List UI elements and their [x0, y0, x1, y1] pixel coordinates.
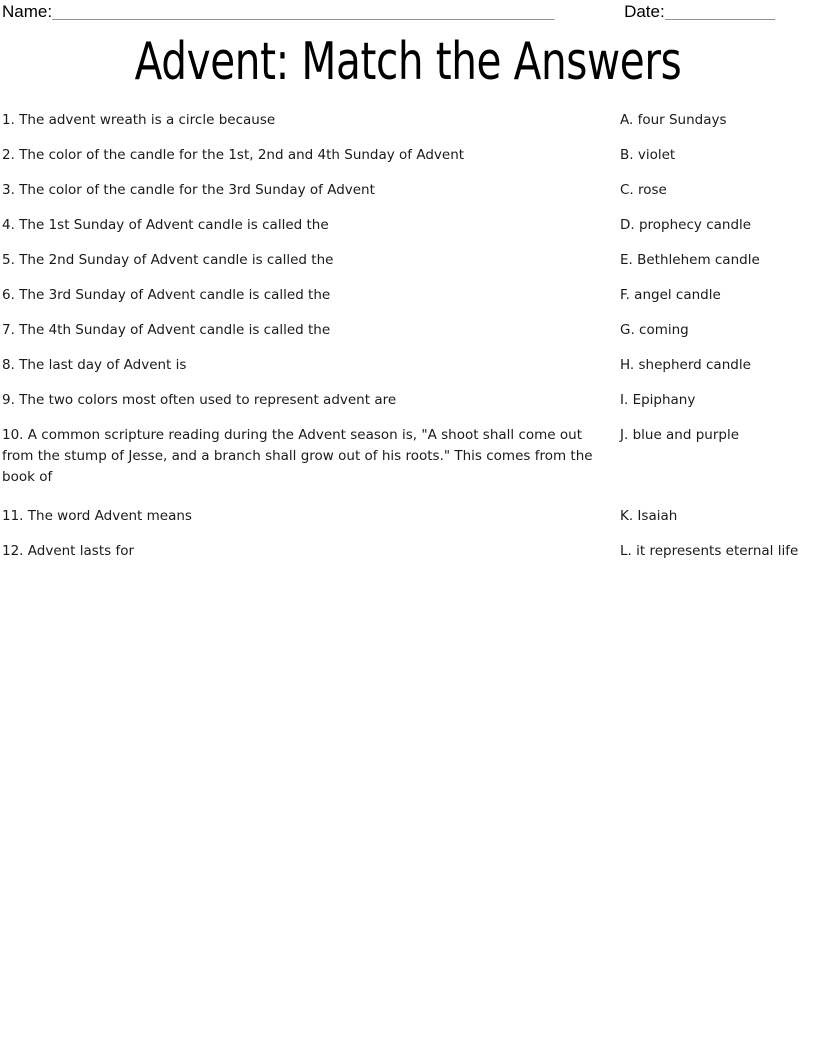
question-text: 12. Advent lasts for [2, 543, 135, 559]
question-text: 2. The color of the candle for the 1st, … [2, 147, 465, 163]
matching-row: 7. The 4th Sunday of Advent candle is ca… [0, 320, 816, 355]
question-text: 1. The advent wreath is a circle because [2, 112, 276, 128]
matching-row: 4. The 1st Sunday of Advent candle is ca… [0, 215, 816, 250]
name-write-in-line[interactable]: ________________________________________… [52, 4, 608, 21]
matching-row: 9. The two colors most often used to rep… [0, 390, 816, 425]
answer-option: G. coming [620, 322, 689, 338]
answer-option: B. violet [620, 147, 676, 163]
question-text: 9. The two colors most often used to rep… [2, 392, 397, 408]
question-text: 3. The color of the candle for the 3rd S… [2, 182, 375, 198]
matching-row: 3. The color of the candle for the 3rd S… [0, 180, 816, 215]
matching-row: 2. The color of the candle for the 1st, … [0, 145, 816, 180]
date-write-in-line[interactable]: ______________ [665, 4, 793, 21]
name-label: Name: [2, 2, 53, 21]
matching-exercise: 1. The advent wreath is a circle because… [0, 110, 816, 576]
matching-row: 12. Advent lasts for L. it represents et… [0, 541, 816, 576]
matching-row: 1. The advent wreath is a circle because… [0, 110, 816, 145]
matching-row: 10. A common scripture reading during th… [0, 425, 816, 506]
answer-option: A. four Sundays [620, 112, 727, 128]
answer-option: H. shepherd candle [620, 357, 751, 373]
question-text: 6. The 3rd Sunday of Advent candle is ca… [2, 287, 331, 303]
answer-option: D. prophecy candle [620, 217, 752, 233]
answer-option: I. Epiphany [620, 392, 696, 408]
name-date-header: Name: __________________________________… [2, 2, 814, 28]
question-text: 5. The 2nd Sunday of Advent candle is ca… [2, 252, 334, 268]
question-text: 11. The word Advent means [2, 508, 192, 524]
question-text: 4. The 1st Sunday of Advent candle is ca… [2, 217, 329, 233]
answer-option: J. blue and purple [620, 427, 740, 443]
matching-row: 5. The 2nd Sunday of Advent candle is ca… [0, 250, 816, 285]
answer-option: F. angel candle [620, 287, 721, 303]
matching-row: 8. The last day of Advent is H. shepherd… [0, 355, 816, 390]
date-label: Date: [624, 2, 665, 21]
question-text: 8. The last day of Advent is [2, 357, 187, 373]
worksheet-page: Name: __________________________________… [0, 0, 816, 1056]
answer-option: C. rose [620, 182, 667, 198]
answer-option: L. it represents eternal life [620, 543, 799, 559]
answer-option: E. Bethlehem candle [620, 252, 760, 268]
question-text: 7. The 4th Sunday of Advent candle is ca… [2, 322, 331, 338]
page-title: Advent: Match the Answers [134, 32, 682, 92]
matching-row: 11. The word Advent means K. Isaiah [0, 506, 816, 541]
question-text: 10. A common scripture reading during th… [2, 427, 593, 485]
answer-option: K. Isaiah [620, 508, 678, 524]
matching-row: 6. The 3rd Sunday of Advent candle is ca… [0, 285, 816, 320]
